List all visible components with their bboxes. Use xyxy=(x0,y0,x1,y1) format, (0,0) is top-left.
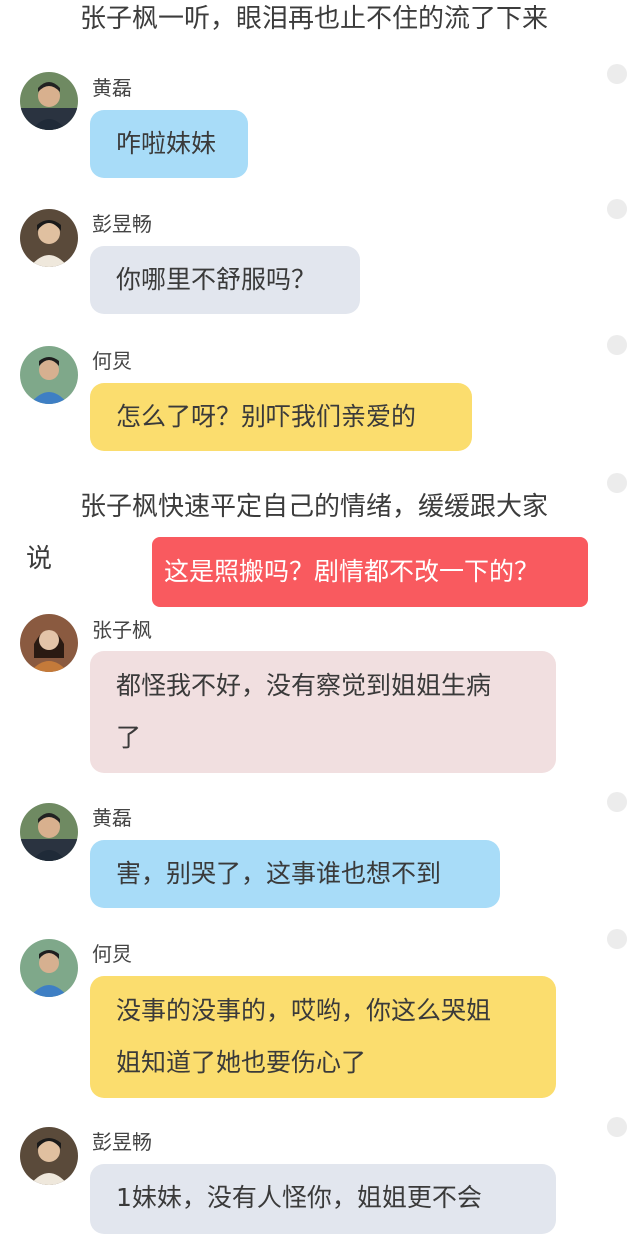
person-photo-icon xyxy=(20,939,78,997)
person-photo-icon xyxy=(20,614,78,672)
narration-text: 说 xyxy=(26,544,53,574)
avatar[interactable] xyxy=(20,614,78,672)
avatar[interactable] xyxy=(20,346,78,404)
chat-bubble[interactable]: 你哪里不舒服吗？ xyxy=(90,246,360,314)
message-text: 1妹妹，没有人怪你，姐姐更不会 xyxy=(116,1183,482,1212)
scroll-dot xyxy=(607,1117,627,1137)
scroll-dot xyxy=(607,792,627,812)
scroll-dot xyxy=(607,929,627,949)
avatar[interactable] xyxy=(20,939,78,997)
chat-bubble[interactable]: 怎么了呀？别吓我们亲爱的 xyxy=(90,383,472,451)
message-text: 了 xyxy=(116,723,142,752)
scroll-dot xyxy=(607,64,627,84)
sender-name: 黄磊 xyxy=(92,76,132,100)
message-text: 姐知道了她也要伤心了 xyxy=(116,1048,367,1077)
sender-name: 张子枫 xyxy=(92,618,152,642)
person-photo-icon xyxy=(20,72,78,130)
sender-name: 彭昱畅 xyxy=(92,212,152,236)
message-text: 没事的没事的，哎哟，你这么哭姐 xyxy=(116,996,492,1025)
message-text: 怎么了呀？别吓我们亲爱的 xyxy=(116,402,417,431)
scroll-dot xyxy=(607,335,627,355)
sender-name: 黄磊 xyxy=(92,806,132,830)
avatar[interactable] xyxy=(20,209,78,267)
message-text: 都怪我不好，没有察觉到姐姐生病 xyxy=(116,671,492,700)
narration-text: 张子枫一听，眼泪再也止不住的流了下来 xyxy=(80,4,549,34)
sender-name: 彭昱畅 xyxy=(92,1130,152,1154)
scroll-dot xyxy=(607,199,627,219)
chat-bubble[interactable]: 1妹妹，没有人怪你，姐姐更不会 xyxy=(90,1164,556,1234)
scroll-dot xyxy=(607,473,627,493)
person-photo-icon xyxy=(20,209,78,267)
person-photo-icon xyxy=(20,803,78,861)
person-photo-icon xyxy=(20,1127,78,1185)
message-text: 害，别哭了，这事谁也想不到 xyxy=(116,859,442,888)
danmaku-comment[interactable]: 这是照搬吗？剧情都不改一下的？ xyxy=(152,537,588,607)
chat-bubble[interactable]: 没事的没事的，哎哟，你这么哭姐 姐知道了她也要伤心了 xyxy=(90,976,556,1098)
chat-bubble[interactable]: 都怪我不好，没有察觉到姐姐生病 了 xyxy=(90,651,556,773)
sender-name: 何炅 xyxy=(92,349,132,373)
person-photo-icon xyxy=(20,346,78,404)
message-text: 你哪里不舒服吗？ xyxy=(116,265,317,294)
chat-bubble[interactable]: 咋啦妹妹 xyxy=(90,110,248,178)
avatar[interactable] xyxy=(20,72,78,130)
message-text: 咋啦妹妹 xyxy=(116,129,217,158)
sender-name: 何炅 xyxy=(92,942,132,966)
narration-text: 张子枫快速平定自己的情绪，缓缓跟大家 xyxy=(80,492,549,522)
avatar[interactable] xyxy=(20,1127,78,1185)
avatar[interactable] xyxy=(20,803,78,861)
chat-bubble[interactable]: 害，别哭了，这事谁也想不到 xyxy=(90,840,500,908)
